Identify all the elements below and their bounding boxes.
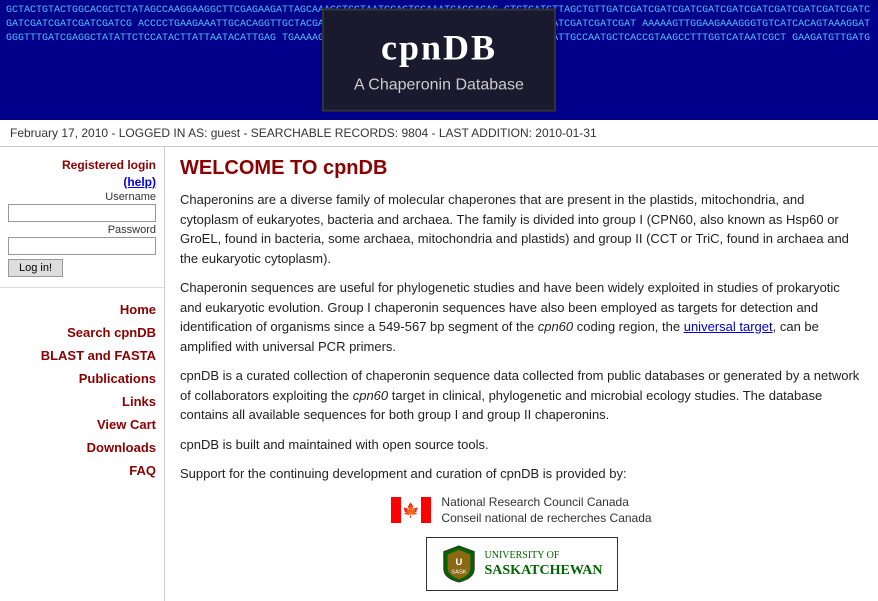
login-section: Registered login (help) Username Passwor… bbox=[0, 157, 164, 288]
paragraph-3: cpnDB is a curated collection of chapero… bbox=[180, 366, 863, 425]
sidebar-item-publications[interactable]: Publications bbox=[0, 367, 164, 390]
sidebar: Registered login (help) Username Passwor… bbox=[0, 147, 165, 601]
paragraph-1: Chaperonins are a diverse family of mole… bbox=[180, 190, 863, 268]
nrc-logo: 🍁 National Research Council Canada Conse… bbox=[391, 494, 651, 528]
paragraph-4: cpnDB is built and maintained with open … bbox=[180, 435, 863, 455]
registered-login-label: Registered login (help) bbox=[8, 157, 156, 191]
svg-text:🍁: 🍁 bbox=[403, 502, 420, 519]
paragraph-5: Support for the continuing development a… bbox=[180, 464, 863, 484]
password-input[interactable] bbox=[8, 237, 156, 255]
login-button[interactable]: Log in! bbox=[8, 259, 63, 277]
username-input[interactable] bbox=[8, 204, 156, 222]
sidebar-item-viewcart[interactable]: View Cart bbox=[0, 413, 164, 436]
logos-area: 🍁 National Research Council Canada Conse… bbox=[180, 494, 863, 592]
login-help-link[interactable]: (help) bbox=[123, 175, 156, 189]
nrc-text: National Research Council Canada Conseil… bbox=[441, 494, 651, 528]
main-layout: Registered login (help) Username Passwor… bbox=[0, 147, 878, 601]
site-name: cpnDB bbox=[354, 23, 524, 73]
site-logo: cpnDB A Chaperonin Database bbox=[322, 9, 556, 112]
sidebar-nav: Home Search cpnDB BLAST and FASTA Public… bbox=[0, 298, 164, 482]
page-title: WELCOME TO cpnDB bbox=[180, 157, 863, 180]
usask-text: University of Saskatchewan bbox=[485, 549, 603, 580]
password-label: Password bbox=[8, 224, 156, 236]
sidebar-item-home[interactable]: Home bbox=[0, 298, 164, 321]
sidebar-item-blast[interactable]: BLAST and FASTA bbox=[0, 344, 164, 367]
sidebar-item-links[interactable]: Links bbox=[0, 390, 164, 413]
sidebar-item-faq[interactable]: FAQ bbox=[0, 459, 164, 482]
svg-text:SASK: SASK bbox=[451, 570, 466, 576]
sidebar-item-search[interactable]: Search cpnDB bbox=[0, 321, 164, 344]
sidebar-item-downloads[interactable]: Downloads bbox=[0, 436, 164, 459]
main-content: WELCOME TO cpnDB Chaperonins are a diver… bbox=[165, 147, 878, 601]
universal-target-link[interactable]: universal target bbox=[684, 319, 773, 334]
paragraph-2: Chaperonin sequences are useful for phyl… bbox=[180, 278, 863, 356]
username-label: Username bbox=[8, 191, 156, 203]
info-bar: February 17, 2010 - LOGGED IN AS: guest … bbox=[0, 120, 878, 147]
site-subtitle: A Chaperonin Database bbox=[354, 75, 524, 97]
usask-logo: U SASK University of Saskatchewan bbox=[426, 537, 618, 591]
svg-text:U: U bbox=[455, 557, 462, 568]
info-text: February 17, 2010 - LOGGED IN AS: guest … bbox=[10, 126, 597, 140]
canadian-flag-icon: 🍁 bbox=[391, 497, 431, 523]
header-banner: GCTACTGTACTGGCACGCTCTATAGCCAAGGAAGGCTTCG… bbox=[0, 0, 878, 120]
usask-shield-icon: U SASK bbox=[441, 544, 477, 584]
